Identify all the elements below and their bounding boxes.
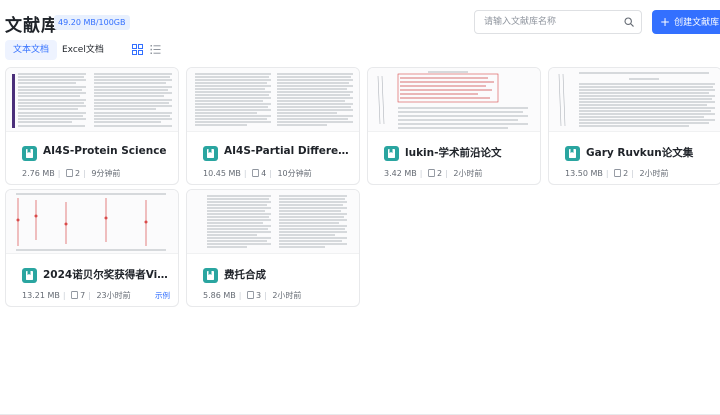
document-thumbnail (6, 190, 178, 254)
library-size: 2.76 MB (22, 169, 55, 178)
card-title: AI4S-Partial Difference E... (224, 145, 354, 157)
document-thumbnail (368, 68, 540, 132)
library-card[interactable]: 费托合成 5.86 MB | 3 | 2小时前 (186, 189, 360, 307)
library-card[interactable]: AI4S-Protein Science 2.76 MB | 2 | 9分钟前 (5, 67, 179, 185)
document-thumbnail (549, 68, 720, 132)
file-count-icon (247, 291, 254, 299)
list-view-icon[interactable] (150, 44, 161, 55)
create-library-label: 创建文献库 (674, 18, 720, 28)
page-title: 文献库 (5, 16, 59, 36)
grid-view-icon[interactable] (132, 44, 143, 55)
tab-excel-docs[interactable]: Excel文档 (54, 40, 112, 60)
document-library-icon (203, 146, 218, 161)
file-count: 2 (437, 169, 443, 178)
create-library-button[interactable]: + 创建文献库 (652, 10, 720, 34)
document-thumbnail (187, 68, 359, 132)
library-size: 3.42 MB (384, 169, 417, 178)
file-count-icon (66, 169, 73, 177)
updated-time: 2小时前 (272, 291, 302, 300)
document-library-icon (22, 146, 37, 161)
card-meta: 13.50 MB | 2 | 2小时前 (565, 169, 669, 178)
updated-time: 23小时前 (96, 291, 131, 300)
card-meta: 3.42 MB | 2 | 2小时前 (384, 169, 483, 178)
card-title: 2024诺贝尔奖获得者Vict... (43, 269, 173, 281)
header: 文献库 49.20 MB/100GB +创建文献库 (0, 0, 720, 42)
document-thumbnail (187, 190, 359, 254)
updated-time: 10分钟前 (277, 169, 312, 178)
file-count: 2 (75, 169, 81, 178)
file-count-icon (614, 169, 622, 177)
library-size: 13.50 MB (565, 169, 603, 178)
tab-text-docs[interactable]: 文本文档 (5, 40, 58, 60)
document-library-icon (384, 146, 399, 161)
updated-time: 9分钟前 (91, 169, 121, 178)
card-meta: 13.21 MB | 7 | 23小时前 (22, 291, 131, 300)
document-library-icon (203, 268, 218, 283)
updated-time: 2小时前 (639, 169, 669, 178)
search-box[interactable] (474, 10, 642, 34)
search-input[interactable] (475, 11, 620, 33)
example-tag: 示例 (155, 291, 170, 300)
file-count-icon (71, 291, 79, 299)
file-count: 3 (256, 291, 262, 300)
storage-quota-badge: 49.20 MB/100GB (54, 15, 130, 30)
search-icon[interactable] (624, 17, 634, 27)
library-size: 13.21 MB (22, 291, 60, 300)
document-library-icon (565, 146, 580, 161)
card-meta: 5.86 MB | 3 | 2小时前 (203, 291, 302, 300)
file-count-icon (428, 169, 435, 177)
doc-type-tabs: 文本文档 Excel文档 (0, 38, 720, 62)
document-thumbnail (6, 68, 178, 132)
card-title: 费托合成 (224, 269, 266, 281)
library-card[interactable]: 2024诺贝尔奖获得者Vict... 13.21 MB | 7 | 23小时前 示例 (5, 189, 179, 307)
document-library-icon (22, 268, 37, 283)
card-title: AI4S-Protein Science (43, 145, 167, 157)
library-size: 5.86 MB (203, 291, 236, 300)
library-size: 10.45 MB (203, 169, 241, 178)
file-count: 4 (261, 169, 267, 178)
file-count: 2 (623, 169, 629, 178)
plus-icon: + (660, 15, 671, 29)
file-count-icon (252, 169, 260, 177)
card-meta: 10.45 MB | 4 | 10分钟前 (203, 169, 312, 178)
card-meta: 2.76 MB | 2 | 9分钟前 (22, 169, 121, 178)
file-count: 7 (80, 291, 86, 300)
card-title: lukin-学术前沿论文 (405, 147, 502, 159)
updated-time: 2小时前 (453, 169, 483, 178)
library-card[interactable]: Gary Ruvkun论文集 13.50 MB | 2 | 2小时前 (548, 67, 720, 185)
card-title: Gary Ruvkun论文集 (586, 147, 694, 159)
library-card[interactable]: AI4S-Partial Difference E... 10.45 MB| 4… (186, 67, 360, 185)
library-card[interactable]: lukin-学术前沿论文 3.42 MB | 2 | 2小时前 (367, 67, 541, 185)
